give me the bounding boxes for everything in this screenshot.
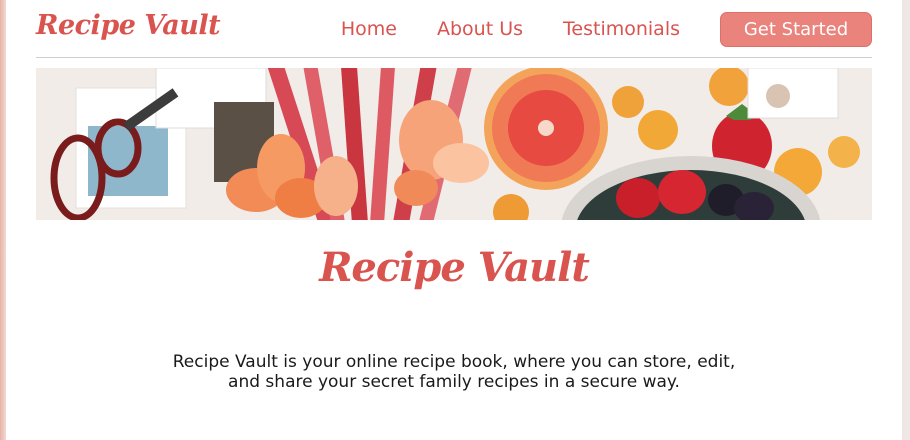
- hero-image: [36, 68, 872, 220]
- fruit-flatlay-image: [36, 68, 872, 220]
- brand-logo[interactable]: Recipe Vault: [36, 10, 221, 41]
- get-started-button[interactable]: Get Started: [720, 11, 872, 47]
- nav-link-testimonials[interactable]: Testimonials: [563, 18, 680, 40]
- page: Recipe Vault Home About Us Testimonials …: [6, 0, 902, 440]
- nav-link-about-us[interactable]: About Us: [437, 18, 523, 40]
- intro-description: Recipe Vault is your online recipe book,…: [172, 352, 736, 392]
- page-title: Recipe Vault: [319, 244, 590, 291]
- navbar: Recipe Vault Home About Us Testimonials …: [36, 0, 872, 58]
- nav-menu: Home About Us Testimonials Get Started: [341, 11, 872, 47]
- nav-link-home[interactable]: Home: [341, 18, 397, 40]
